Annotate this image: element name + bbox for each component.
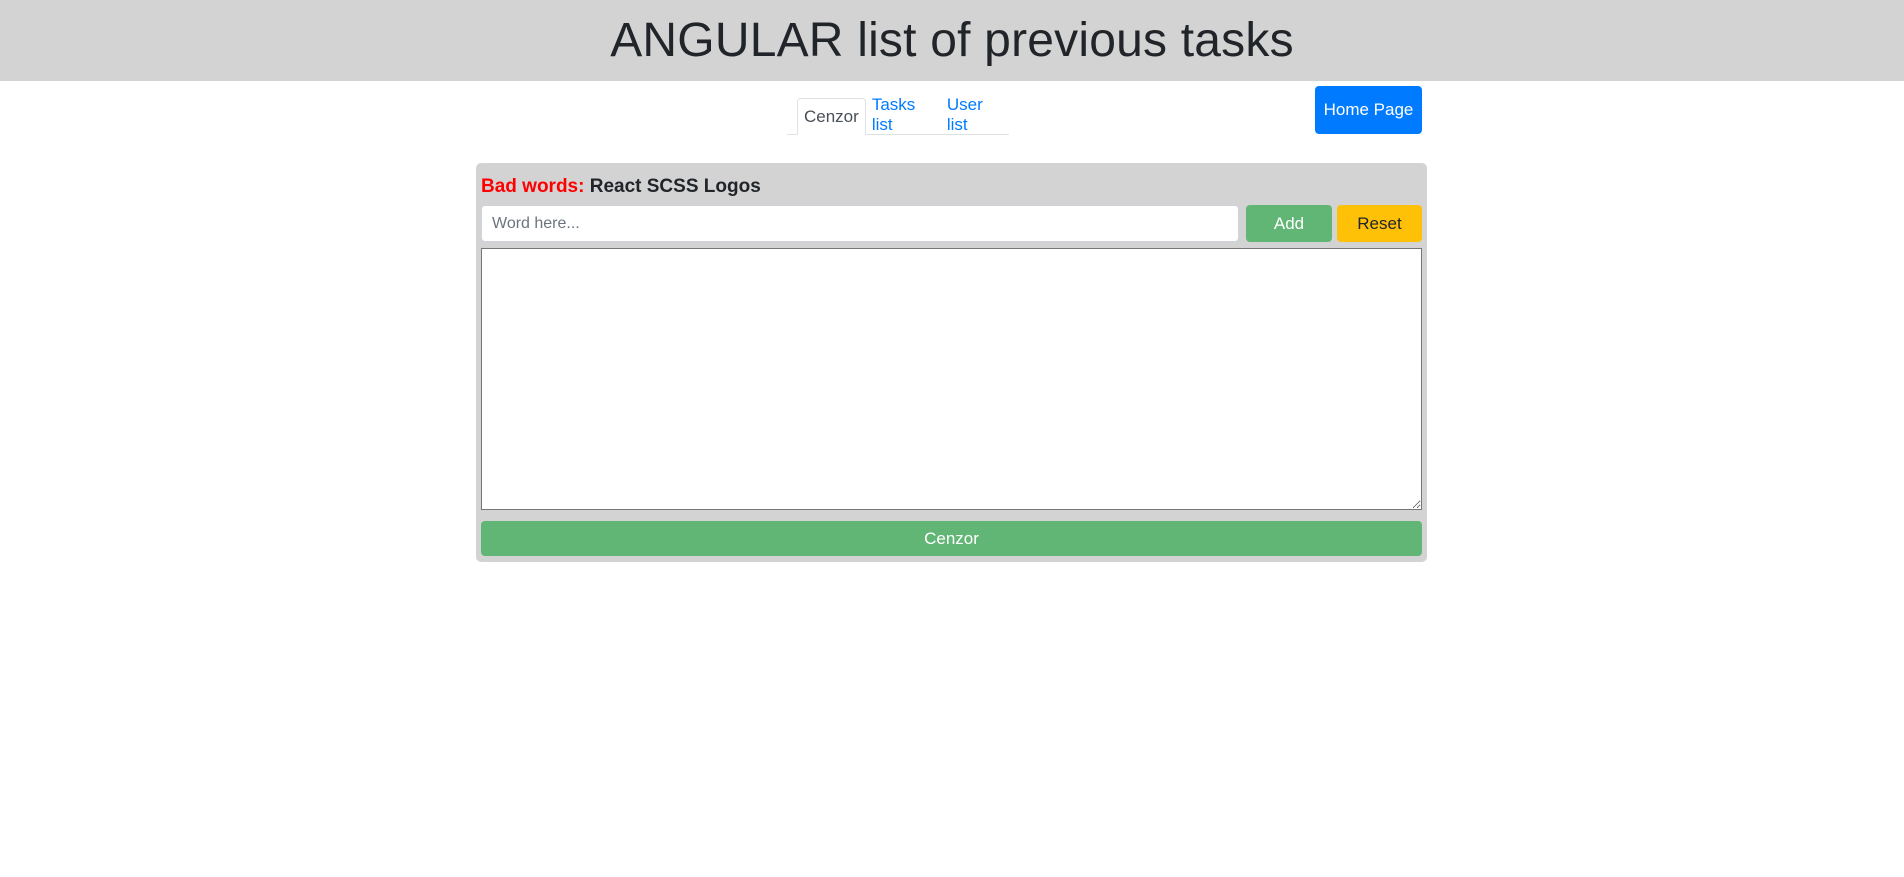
bad-words-list: React SCSS Logos bbox=[589, 176, 761, 197]
bad-words-line: Bad words: React SCSS Logos bbox=[481, 176, 761, 198]
bad-words-label: Bad words: bbox=[481, 176, 585, 197]
tab-tasks-list[interactable]: Tasks list bbox=[866, 95, 941, 134]
cenzor-panel: Bad words: React SCSS Logos Add Reset Ce… bbox=[476, 163, 1427, 562]
tab-user-list[interactable]: User list bbox=[941, 95, 1009, 134]
page-title: ANGULAR list of previous tasks bbox=[610, 14, 1294, 67]
text-to-censor-textarea[interactable] bbox=[481, 248, 1422, 510]
home-page-button[interactable]: Home Page bbox=[1315, 86, 1422, 134]
page-header: ANGULAR list of previous tasks bbox=[0, 0, 1904, 81]
add-word-button[interactable]: Add bbox=[1246, 205, 1332, 242]
cenzor-submit-button[interactable]: Cenzor bbox=[481, 521, 1422, 556]
reset-button[interactable]: Reset bbox=[1337, 205, 1422, 242]
nav-tabs: Cenzor Tasks list User list bbox=[787, 95, 1009, 135]
tab-cenzor[interactable]: Cenzor bbox=[797, 98, 866, 135]
word-input[interactable] bbox=[481, 205, 1239, 242]
